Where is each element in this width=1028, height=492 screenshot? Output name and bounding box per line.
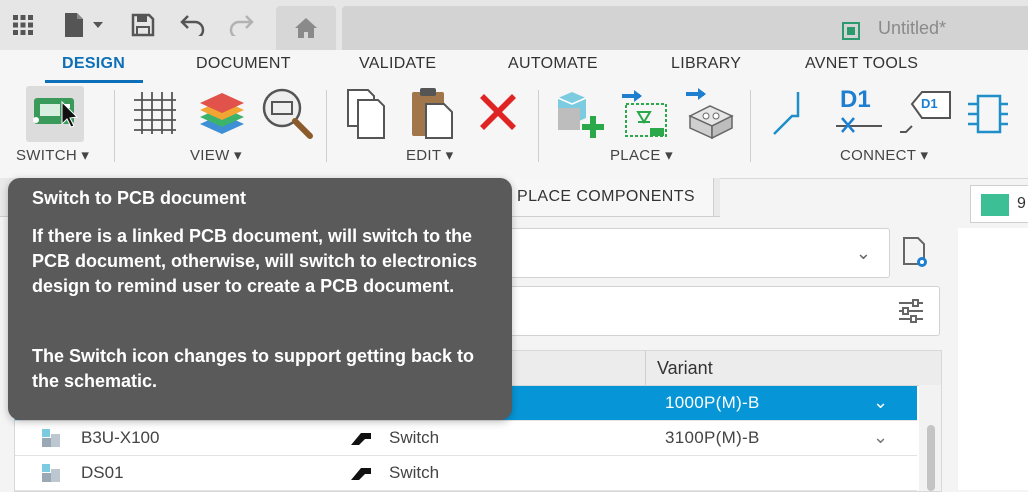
tooltip-body: If there is a linked PCB document, will …	[32, 226, 478, 296]
chevron-down-icon[interactable]: ⌄	[873, 392, 888, 413]
undo-icon[interactable]	[178, 10, 208, 40]
net-wire-icon[interactable]	[772, 88, 822, 143]
type-cell: Switch	[389, 428, 440, 447]
canvas-area[interactable]	[958, 228, 1028, 490]
layers-icon[interactable]	[196, 86, 248, 145]
no-connect-label: D1	[840, 86, 871, 113]
tooltip: Switch to PCB document If there is a lin…	[8, 178, 512, 420]
variant-cell: 3100P(M)-B	[665, 428, 760, 447]
tab-design[interactable]: DESIGN	[62, 55, 125, 73]
tooltip-note: The Switch icon changes to support getti…	[32, 346, 475, 391]
document-gear-icon	[903, 237, 927, 267]
net-label-text: D1	[921, 96, 938, 111]
net-label-button[interactable]: D1	[898, 86, 954, 140]
tab-library[interactable]: LIBRARY	[671, 55, 741, 73]
tab-place-components[interactable]: PLACE COMPONENTS	[498, 178, 714, 216]
chevron-down-icon: ⌄	[855, 243, 871, 263]
group-switch-label[interactable]: SWITCH ▾	[16, 146, 89, 164]
no-connect-button[interactable]: D1	[834, 86, 884, 140]
switch-type-icon	[351, 468, 371, 480]
save-icon[interactable]	[128, 10, 158, 40]
active-tab-indicator	[45, 80, 143, 83]
component-icon	[42, 464, 60, 482]
paste-icon[interactable]	[410, 86, 456, 145]
ribbon-separator	[750, 90, 751, 162]
switch-button[interactable]	[26, 86, 84, 142]
document-title: Untitled*	[877, 18, 946, 38]
group-edit-label[interactable]: EDIT ▾	[406, 146, 453, 164]
group-connect-label[interactable]: CONNECT ▾	[840, 146, 928, 164]
place-package-icon[interactable]	[684, 86, 738, 145]
layer-color-selector[interactable]: 9	[970, 185, 1028, 223]
tab-document[interactable]: DOCUMENT	[196, 55, 291, 73]
apps-grid-icon[interactable]	[8, 10, 38, 40]
document-settings-button[interactable]	[898, 234, 930, 270]
tooltip-title: Switch to PCB document	[32, 188, 247, 208]
delete-icon[interactable]	[474, 88, 522, 141]
column-header-variant[interactable]: Variant	[657, 358, 713, 379]
layer-number: 9	[1017, 195, 1026, 212]
switch-type-icon	[351, 433, 371, 445]
document-tab[interactable]: Untitled*	[342, 6, 1028, 50]
group-view-label[interactable]: VIEW ▾	[190, 146, 242, 164]
schematic-document-icon	[842, 22, 860, 40]
name-cell: DS01	[81, 463, 124, 482]
group-place-label[interactable]: PLACE ▾	[610, 146, 673, 164]
home-tab[interactable]	[276, 6, 336, 50]
net-label-icon	[900, 91, 951, 133]
zoom-window-icon[interactable]	[260, 86, 316, 147]
layer-color-swatch	[981, 194, 1009, 216]
port-icon[interactable]	[966, 92, 1010, 141]
ribbon-separator	[538, 90, 539, 162]
name-cell: B3U-X100	[81, 428, 160, 447]
switch-pcb-icon	[33, 98, 79, 128]
tab-avnet-tools[interactable]: AVNET TOOLS	[805, 55, 918, 73]
place-schematic-symbol-icon[interactable]	[620, 88, 674, 145]
scrollbar-thumb[interactable]	[927, 425, 935, 491]
table-row[interactable]: DS01 Switch	[15, 456, 917, 491]
variant-cell: 1000P(M)-B	[665, 393, 760, 412]
no-connect-icon	[836, 117, 882, 133]
ribbon-separator	[114, 90, 115, 162]
place-component-icon[interactable]	[554, 88, 608, 145]
tab-automate[interactable]: AUTOMATE	[508, 55, 598, 73]
component-icon	[42, 429, 60, 447]
redo-icon[interactable]	[226, 10, 256, 40]
scrollbar[interactable]	[919, 385, 941, 491]
ribbon-separator	[326, 90, 327, 162]
filter-settings-icon[interactable]	[897, 299, 925, 323]
table-row[interactable]: B3U-X100 Switch 3100P(M)-B ⌄	[15, 421, 917, 456]
type-cell: Switch	[389, 463, 440, 482]
copy-icon[interactable]	[346, 88, 388, 145]
column-divider[interactable]	[645, 351, 646, 385]
chevron-down-icon[interactable]: ⌄	[873, 427, 888, 448]
file-menu-icon[interactable]	[60, 10, 106, 40]
grid-icon[interactable]	[130, 88, 180, 143]
tab-validate[interactable]: VALIDATE	[359, 55, 436, 73]
home-icon	[295, 18, 317, 38]
